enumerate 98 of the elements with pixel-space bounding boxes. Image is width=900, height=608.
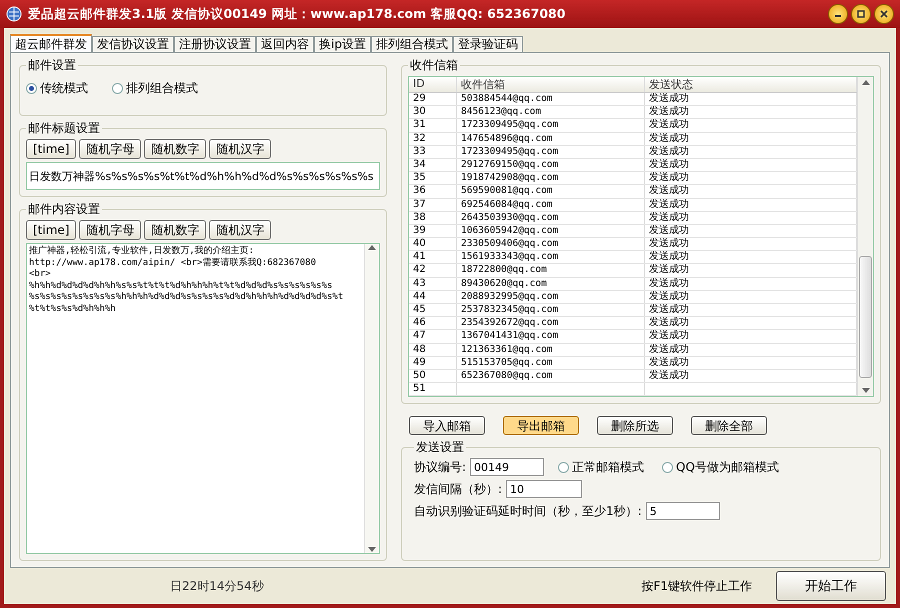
scroll-down-icon[interactable]	[862, 388, 870, 394]
table-cell: 2912769150@qq.com	[457, 158, 645, 172]
table-cell: 2088932995@qq.com	[457, 290, 645, 303]
table-cell: 48	[409, 344, 457, 356]
table-cell: 49	[409, 356, 457, 369]
table-cell: 692546084@qq.com	[457, 198, 645, 211]
table-cell: 36	[409, 185, 457, 198]
group-title: 邮件内容设置	[27, 201, 101, 218]
close-button[interactable]	[874, 4, 894, 24]
insert-button[interactable]: 随机数字	[144, 139, 206, 159]
table-cell: 569590081@qq.com	[457, 185, 645, 198]
tab[interactable]: 登录验证码	[452, 36, 523, 52]
list-button[interactable]: 删除所选	[597, 416, 673, 436]
content-field[interactable]: 推广神器,轻松引流,专业软件,日发数万,我的介绍主页: http://www.ap178.com/aipin/ <br>需要请联系我Q:682367080 <br> %h%h%d%d%d%d%h%h%s%s%t%t%t%d%h%h%h%t%t%d%d%d%s%s%s%s%s%s %s%s%s%s%s%s%s%s%h%h%h%d%d%d%s%s%s%s%d%d%h%h%h%d%d%d%d%s%t %t%t%s%s%d%h%h%h	[26, 243, 380, 554]
scroll-down-icon[interactable]	[368, 547, 376, 553]
table-cell: 34	[409, 158, 457, 172]
table-cell: 1561933343@qq.com	[457, 251, 645, 264]
table-cell: 30	[409, 106, 457, 118]
table-cell: 29	[409, 93, 457, 106]
table-cell: 1723309495@qq.com	[457, 119, 645, 132]
insert-button[interactable]: 随机字母	[79, 220, 142, 240]
column-header[interactable]: 收件信箱	[457, 77, 645, 92]
delay-field[interactable]: 5	[646, 502, 720, 520]
table-cell: 50	[409, 370, 457, 382]
tab[interactable]: 排列组合模式	[370, 36, 453, 52]
table-cell: 1367041431@qq.com	[457, 330, 645, 343]
table-cell: 47	[409, 330, 457, 343]
radio-button[interactable]: 正常邮箱模式	[558, 458, 644, 476]
group-title: 收件信箱	[409, 57, 459, 74]
interval-field[interactable]: 10	[506, 480, 582, 498]
table-cell: 2643503930@qq.com	[457, 212, 645, 224]
radio-button[interactable]: 传统模式	[26, 80, 88, 97]
radio-button[interactable]: QQ号做为邮箱模式	[662, 458, 779, 476]
group-title: 邮件设置	[27, 57, 77, 74]
table-cell: 1918742908@qq.com	[457, 172, 645, 184]
table-cell: 515153705@qq.com	[457, 356, 645, 369]
table-cell: 32	[409, 132, 457, 145]
tab[interactable]: 发信协议设置	[92, 36, 174, 52]
scroll-up-icon[interactable]	[862, 79, 870, 85]
subject-field[interactable]: 日发数万神器%s%s%s%s%t%t%d%h%h%d%d%s%s%s%s%s%s	[26, 162, 380, 190]
column-header[interactable]: ID	[409, 77, 457, 92]
table-cell: 89430620@qq.com	[457, 278, 645, 290]
close-icon	[880, 10, 888, 18]
field-label: 发信间隔（秒）:	[414, 480, 502, 498]
scroll-thumb[interactable]	[859, 256, 872, 378]
table-cell: 18722800@qq.com	[457, 264, 645, 277]
table-cell: 2330509406@qq.com	[457, 238, 645, 250]
table-cell: 37	[409, 198, 457, 211]
table-cell: 51	[409, 383, 457, 396]
table-cell: 46	[409, 317, 457, 330]
table-cell: 42	[409, 264, 457, 277]
status-hint: 按F1键软件停止工作	[641, 578, 752, 594]
insert-button[interactable]: 随机数字	[144, 220, 206, 240]
protocol-field[interactable]: 00149	[470, 458, 544, 476]
minimize-button[interactable]	[828, 4, 848, 24]
tab[interactable]: 超云邮件群发	[10, 34, 92, 52]
maximize-button[interactable]	[851, 4, 871, 24]
status-time: 日22时14分54秒	[170, 578, 264, 594]
maximize-icon	[857, 10, 865, 18]
table-cell: 2537832345@qq.com	[457, 304, 645, 316]
table-cell: 503884544@qq.com	[457, 93, 645, 106]
insert-button[interactable]: 随机字母	[79, 139, 142, 159]
table-cell: 45	[409, 304, 457, 316]
group-title: 发送设置	[415, 439, 465, 456]
tab[interactable]: 注册协议设置	[174, 36, 256, 52]
table-cell: 39	[409, 224, 457, 238]
start-button[interactable]: 开始工作	[776, 571, 886, 601]
table-cell: 41	[409, 251, 457, 264]
table-cell: 652367080@qq.com	[457, 370, 645, 382]
tab[interactable]: 返回内容	[256, 36, 314, 52]
field-label: 自动识别验证码延时时间（秒，至少1秒）:	[414, 502, 642, 520]
tab[interactable]: 换ip设置	[314, 36, 371, 52]
table-cell: 44	[409, 290, 457, 303]
table-cell: 1063605942@qq.com	[457, 224, 645, 238]
list-button[interactable]: 导出邮箱	[503, 416, 579, 436]
table-cell: 33	[409, 146, 457, 158]
table-cell: 121363361@qq.com	[457, 344, 645, 356]
table-cell: 1723309495@qq.com	[457, 146, 645, 158]
insert-button[interactable]: 随机汉字	[209, 220, 272, 240]
group-title: 邮件标题设置	[27, 120, 101, 137]
insert-button[interactable]: [time]	[26, 220, 76, 240]
insert-button[interactable]: [time]	[26, 139, 76, 159]
table-cell: 2354392672@qq.com	[457, 317, 645, 330]
scroll-up-icon[interactable]	[368, 244, 376, 250]
table-cell: 8456123@qq.com	[457, 106, 645, 118]
table-cell: 31	[409, 119, 457, 132]
radio-button[interactable]: 排列组合模式	[112, 80, 198, 97]
insert-button[interactable]: 随机汉字	[209, 139, 272, 159]
globe-icon	[6, 6, 22, 22]
list-button[interactable]: 删除全部	[691, 416, 767, 436]
window-title: 爱品超云邮件群发3.1版 发信协议00149 网址：www.ap178.com 客服QQ: 652367080	[28, 6, 566, 22]
table-cell: 38	[409, 212, 457, 224]
table-cell: 147654896@qq.com	[457, 132, 645, 145]
table-cell: 40	[409, 238, 457, 250]
table-cell: 35	[409, 172, 457, 184]
field-label: 协议编号:	[414, 458, 466, 476]
list-button[interactable]: 导入邮箱	[409, 416, 485, 436]
table-cell: 43	[409, 278, 457, 290]
